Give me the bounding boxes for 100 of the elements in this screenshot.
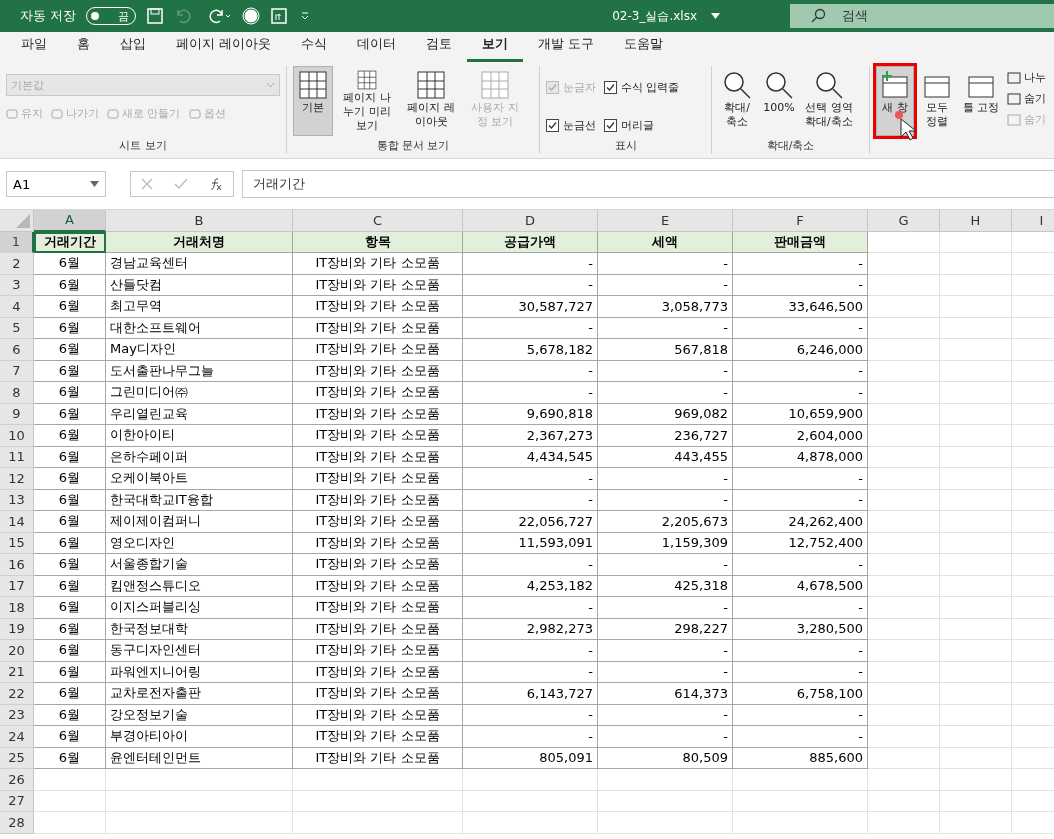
column-header[interactable]: E xyxy=(598,210,733,232)
checkbox-icon[interactable] xyxy=(546,118,559,132)
row-header[interactable]: 12 xyxy=(0,468,34,490)
zoom-button[interactable]: 선택 영역 확대/축소 xyxy=(802,66,856,136)
table-cell: - xyxy=(733,274,868,296)
table-cell: - xyxy=(598,554,733,576)
search-icon xyxy=(810,8,826,24)
row-header[interactable]: 20 xyxy=(0,640,34,662)
mouse-cursor-icon xyxy=(895,111,917,141)
ribbon-tab[interactable]: 검토 xyxy=(411,35,468,62)
ribbon-tab[interactable]: 수식 xyxy=(286,35,343,62)
row-header[interactable]: 9 xyxy=(0,403,34,425)
redo-icon[interactable] xyxy=(208,7,233,25)
table-cell: - xyxy=(463,661,598,683)
ribbon-tab[interactable]: 파일 xyxy=(6,35,62,62)
row-header[interactable]: 18 xyxy=(0,597,34,619)
column-header[interactable]: A xyxy=(34,210,106,232)
view-button[interactable]: 페이지 나누기 미리 보기 xyxy=(337,66,397,136)
row-header[interactable]: 8 xyxy=(0,382,34,404)
row-header[interactable]: 24 xyxy=(0,726,34,748)
ribbon-tab[interactable]: 삽입 xyxy=(105,35,161,62)
ribbon-tab[interactable]: 페이지 레이아웃 xyxy=(161,35,287,62)
column-header[interactable]: I xyxy=(1012,210,1054,232)
row-header[interactable]: 15 xyxy=(0,532,34,554)
window-small-button[interactable]: 숨기 xyxy=(1006,91,1046,106)
row-header[interactable]: 25 xyxy=(0,747,34,769)
table-cell: 은하수페이퍼 xyxy=(106,446,293,468)
header-cell: 거래처명 xyxy=(106,231,293,253)
formula-field[interactable]: 거래기간 xyxy=(242,170,1054,198)
row-header[interactable]: 13 xyxy=(0,489,34,511)
window-button[interactable]: 모두 정렬 xyxy=(918,66,956,136)
column-header[interactable]: B xyxy=(106,210,293,232)
table-cell: 6,143,727 xyxy=(463,683,598,705)
view-button[interactable]: 기본 xyxy=(293,66,333,136)
column-header[interactable]: H xyxy=(940,210,1012,232)
table-cell: 경남교육센터 xyxy=(106,253,293,275)
caret-icon[interactable] xyxy=(90,181,99,187)
table-cell: 3,280,500 xyxy=(733,618,868,640)
table-cell: 파워엔지니어링 xyxy=(106,661,293,683)
row-header[interactable]: 19 xyxy=(0,618,34,640)
window-button[interactable]: 틀 고정 xyxy=(960,66,1003,136)
row-header[interactable]: 16 xyxy=(0,554,34,576)
row-header[interactable]: 5 xyxy=(0,317,34,339)
table-cell: 6월 xyxy=(34,403,106,425)
show-checkbox[interactable]: 눈금선 xyxy=(546,112,596,138)
column-header[interactable]: G xyxy=(868,210,940,232)
name-box[interactable]: A1 xyxy=(6,171,106,197)
table-cell: 805,091 xyxy=(463,747,598,769)
show-checkbox[interactable]: 수식 입력줄 xyxy=(604,74,680,100)
caret-icon[interactable] xyxy=(711,13,720,19)
row-header[interactable]: 2 xyxy=(0,253,34,275)
save-icon[interactable] xyxy=(146,7,165,25)
row-header[interactable]: 7 xyxy=(0,360,34,382)
row-header[interactable]: 4 xyxy=(0,296,34,318)
table-cell: 산들닷컴 xyxy=(106,274,293,296)
row-header[interactable]: 10 xyxy=(0,425,34,447)
table-cell: 6월 xyxy=(34,511,106,533)
row-header[interactable]: 14 xyxy=(0,511,34,533)
search-field[interactable]: 검색 xyxy=(790,4,1054,28)
table-cell: 425,318 xyxy=(598,575,733,597)
table-cell: - xyxy=(463,468,598,490)
function-icon[interactable] xyxy=(208,177,223,191)
checkbox-icon[interactable] xyxy=(604,118,617,132)
table-cell: 6월 xyxy=(34,747,106,769)
table-cell: - xyxy=(598,640,733,662)
column-header[interactable]: C xyxy=(293,210,463,232)
ribbon-tab[interactable]: 데이터 xyxy=(342,35,412,62)
group-label: 통합 문서 보기 xyxy=(375,138,451,154)
table-cell: 강오정보기술 xyxy=(106,704,293,726)
circle-icon[interactable] xyxy=(242,7,261,25)
row-header[interactable]: 3 xyxy=(0,274,34,296)
sort-icon[interactable] xyxy=(270,7,289,25)
ribbon-tab[interactable]: 홈 xyxy=(62,35,105,62)
column-header[interactable]: F xyxy=(733,210,868,232)
row-header[interactable]: 6 xyxy=(0,339,34,361)
table-cell: - xyxy=(733,382,868,404)
table-cell: 이지스퍼블리싱 xyxy=(106,597,293,619)
zoom-button[interactable]: 100% xyxy=(760,66,798,136)
table-cell: IT장비와 기타 소모품 xyxy=(293,532,463,554)
checkbox-icon[interactable] xyxy=(604,80,617,94)
row-header[interactable]: 28 xyxy=(0,812,34,834)
row-header[interactable]: 23 xyxy=(0,704,34,726)
window-small-button[interactable]: 나누 xyxy=(1006,70,1046,85)
file-name[interactable]: 02-3_실습.xlsx xyxy=(612,7,697,25)
row-header[interactable]: 11 xyxy=(0,446,34,468)
ribbon-tab[interactable]: 도움말 xyxy=(609,35,679,62)
row-header[interactable]: 26 xyxy=(0,769,34,791)
table-cell: - xyxy=(598,317,733,339)
column-header[interactable]: D xyxy=(463,210,598,232)
row-header[interactable]: 21 xyxy=(0,661,34,683)
row-header[interactable]: 27 xyxy=(0,790,34,812)
row-header[interactable]: 1 xyxy=(0,231,34,253)
show-checkbox[interactable]: 머리글 xyxy=(604,112,680,138)
ribbon-tab[interactable]: 개발 도구 xyxy=(523,35,610,62)
row-header[interactable]: 22 xyxy=(0,683,34,705)
zoom-button[interactable]: 확대/ 축소 xyxy=(718,66,756,136)
table-cell: 443,455 xyxy=(598,446,733,468)
table-cell: - xyxy=(463,382,598,404)
view-button[interactable]: 페이지 레이아웃 xyxy=(401,66,461,136)
row-header[interactable]: 17 xyxy=(0,575,34,597)
